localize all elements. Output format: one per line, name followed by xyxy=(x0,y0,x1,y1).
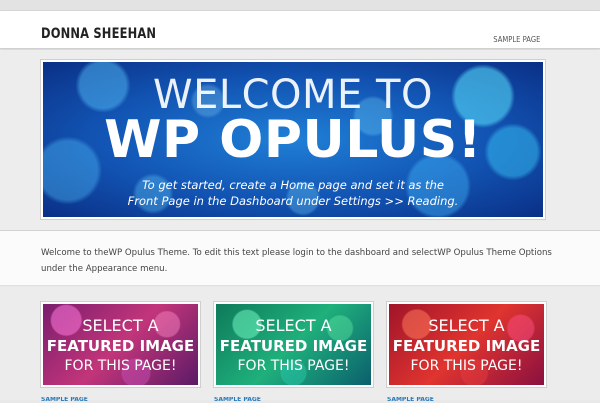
top-strip xyxy=(0,0,600,10)
card-line1: SELECT A xyxy=(255,316,332,335)
card-line3: FOR THIS PAGE! xyxy=(237,358,350,374)
hero-subtitle-line1: To get started, create a Home page and s… xyxy=(142,178,444,192)
featured-card-1[interactable]: SELECT A FEATURED IMAGE FOR THIS PAGE! xyxy=(41,302,200,387)
card-line1: SELECT A xyxy=(428,316,505,335)
card-line3: FOR THIS PAGE! xyxy=(410,358,523,374)
card-line2: FEATURED IMAGE xyxy=(392,337,541,355)
hero-banner: WELCOME TO WP OPULUS! To get started, cr… xyxy=(41,60,545,219)
site-header: DONNA SHEEHAN SAMPLE PAGE xyxy=(0,10,600,49)
card-line1: SELECT A xyxy=(82,316,159,335)
featured-card-2[interactable]: SELECT A FEATURED IMAGE FOR THIS PAGE! xyxy=(214,302,373,387)
hero-heading-line2: WP OPULUS! xyxy=(104,110,482,170)
intro-section: Welcome to theWP Opulus Theme. To edit t… xyxy=(0,230,600,286)
card-line2: FEATURED IMAGE xyxy=(46,337,195,355)
card-caption-link-2[interactable]: SAMPLE PAGE xyxy=(214,397,261,403)
card-line3: FOR THIS PAGE! xyxy=(64,358,177,374)
nav-link-sample-page[interactable]: SAMPLE PAGE xyxy=(493,35,540,45)
featured-card-3[interactable]: SELECT A FEATURED IMAGE FOR THIS PAGE! xyxy=(387,302,546,387)
card-caption-link-3[interactable]: SAMPLE PAGE xyxy=(387,397,434,403)
hero-subtitle-line2: Front Page in the Dashboard under Settin… xyxy=(127,194,459,208)
site-title-link[interactable]: DONNA SHEEHAN xyxy=(41,26,156,42)
intro-text: Welcome to theWP Opulus Theme. To edit t… xyxy=(41,248,552,274)
card-line2: FEATURED IMAGE xyxy=(219,337,368,355)
card-caption-link-1[interactable]: SAMPLE PAGE xyxy=(41,397,88,403)
